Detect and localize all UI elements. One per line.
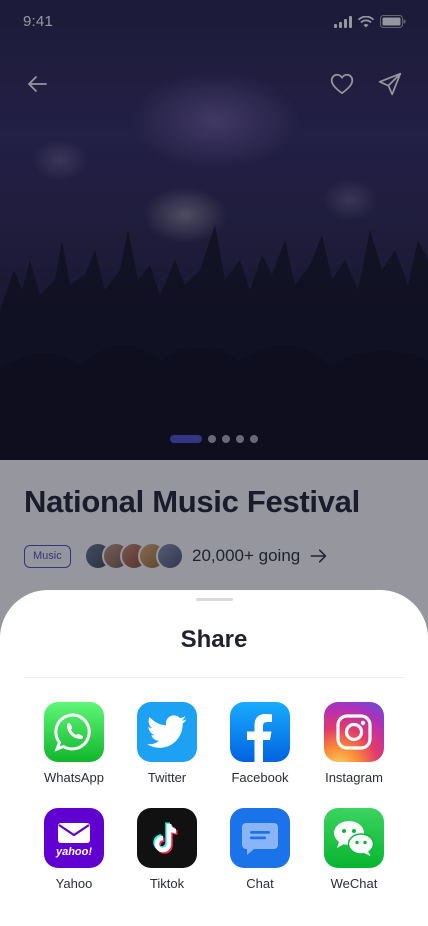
whatsapp-icon [44, 702, 104, 762]
share-instagram[interactable]: Instagram [309, 702, 399, 785]
app-label: Instagram [325, 770, 383, 785]
instagram-icon [324, 702, 384, 762]
facebook-icon [230, 702, 290, 762]
chat-icon [230, 808, 290, 868]
app-label: Chat [246, 876, 274, 891]
share-yahoo[interactable]: yahoo! Yahoo [29, 808, 119, 891]
app-label: Facebook [231, 770, 289, 785]
app-label: WhatsApp [44, 770, 104, 785]
share-wechat[interactable]: WeChat [309, 808, 399, 891]
share-whatsapp[interactable]: WhatsApp [29, 702, 119, 785]
sheet-handle[interactable] [196, 598, 233, 601]
share-tiktok[interactable]: Tiktok [122, 808, 212, 891]
app-label: Twitter [147, 770, 187, 785]
share-sheet: Share WhatsApp Twitter Facebook Instagra… [0, 590, 428, 926]
divider [24, 677, 404, 678]
app-label: Tiktok [149, 876, 185, 891]
share-chat[interactable]: Chat [215, 808, 305, 891]
twitter-icon [137, 702, 197, 762]
app-label: WeChat [330, 876, 378, 891]
yahoo-icon: yahoo! [44, 808, 104, 868]
share-twitter[interactable]: Twitter [122, 702, 212, 785]
tiktok-icon [137, 808, 197, 868]
share-facebook[interactable]: Facebook [215, 702, 305, 785]
app-label: Yahoo [55, 876, 93, 891]
share-title: Share [180, 626, 248, 653]
wechat-icon [324, 808, 384, 868]
